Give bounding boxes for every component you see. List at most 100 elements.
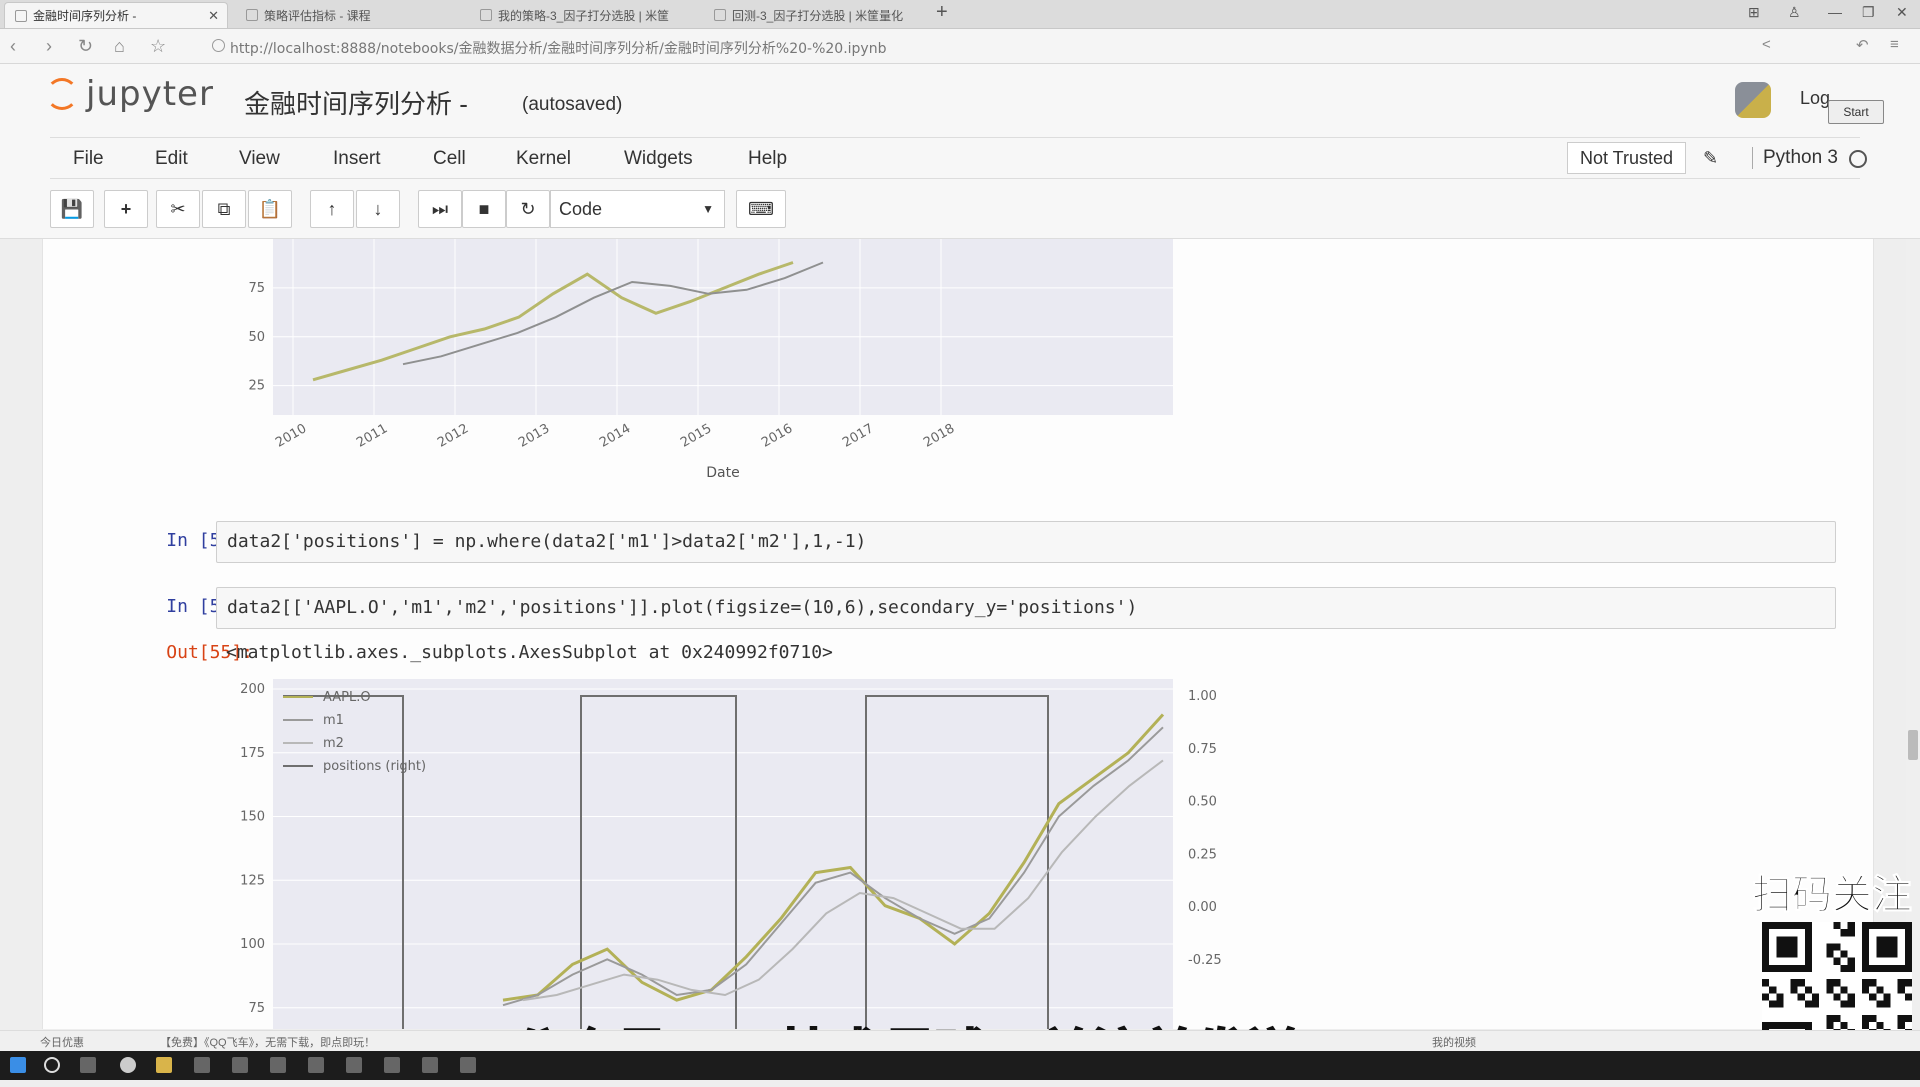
code-cell[interactable]: data2['positions'] = np.where(data2['m1'…: [216, 521, 1836, 563]
keyboard-icon: ⌨: [748, 199, 774, 219]
move-down-button[interactable]: ↓: [356, 190, 400, 228]
browser-tab[interactable]: 策略评估指标 - 课程: [236, 2, 466, 28]
browser-tab-label: 回测-3_因子打分选股 | 米筐量化: [732, 8, 904, 23]
menu-kernel[interactable]: Kernel: [516, 148, 571, 170]
close-window-icon[interactable]: ✕: [1896, 4, 1908, 21]
browser-tab-active[interactable]: 金融时间序列分析 - ✕: [4, 2, 228, 28]
logout-button[interactable]: Log: [1800, 88, 1830, 109]
not-trusted-button[interactable]: Not Trusted: [1567, 142, 1686, 174]
status-left-text[interactable]: 今日优惠: [40, 1034, 84, 1050]
minimize-icon[interactable]: —: [1828, 4, 1842, 20]
restart-button[interactable]: ↻: [506, 190, 550, 228]
x-tick-label: 2016: [759, 421, 795, 451]
status-right-text[interactable]: 我的视频: [1432, 1034, 1476, 1050]
app-icon[interactable]: [232, 1057, 248, 1073]
menu-help[interactable]: Help: [748, 148, 787, 170]
x-tick-label: 2012: [435, 421, 471, 451]
close-tab-icon[interactable]: ✕: [208, 8, 219, 24]
copy-button[interactable]: ⧉: [202, 190, 246, 228]
browser-app-icon[interactable]: [120, 1057, 136, 1073]
y-tick-label: 50: [248, 330, 265, 345]
app-icon[interactable]: [194, 1057, 210, 1073]
notebook-title[interactable]: 金融时间序列分析 -: [244, 84, 468, 121]
restart-icon: ↻: [520, 199, 536, 219]
insert-cell-button[interactable]: +: [104, 190, 148, 228]
new-tab-button[interactable]: +: [936, 1, 948, 24]
app-icon[interactable]: [270, 1057, 286, 1073]
interrupt-button[interactable]: ■: [462, 190, 506, 228]
qr-module: [1876, 986, 1884, 994]
cell-type-value: Code: [559, 199, 603, 219]
undo-icon[interactable]: ↶: [1856, 36, 1869, 54]
menu-insert[interactable]: Insert: [333, 148, 381, 170]
command-palette-button[interactable]: ⌨: [736, 190, 786, 228]
site-info-icon[interactable]: [212, 39, 225, 52]
app-icon[interactable]: [422, 1057, 438, 1073]
move-up-button[interactable]: ↑: [310, 190, 354, 228]
search-icon[interactable]: [44, 1057, 60, 1073]
menu-file[interactable]: File: [73, 148, 104, 170]
code-text: data2['positions'] = np.where(data2['m1'…: [227, 531, 867, 552]
code-text: data2[['AAPL.O','m1','m2','positions']].…: [227, 597, 1138, 618]
x-tick-label: 2013: [516, 421, 552, 451]
qr-module: [1904, 993, 1912, 1001]
app-icon[interactable]: [346, 1057, 362, 1073]
scrollbar-thumb[interactable]: [1908, 730, 1918, 760]
url-field[interactable]: http://localhost:8888/notebooks/金融数据分析/金…: [230, 38, 886, 58]
cut-button[interactable]: ✂: [156, 190, 200, 228]
menu-view[interactable]: View: [239, 148, 280, 170]
cell-type-select[interactable]: Code ▼: [550, 190, 725, 228]
edit-pencil-icon[interactable]: ✎: [1703, 148, 1718, 169]
qr-module: [1790, 986, 1798, 994]
app-icon[interactable]: [460, 1057, 476, 1073]
kernel-idle-icon: [1849, 150, 1867, 168]
menu-cell[interactable]: Cell: [433, 148, 466, 170]
status-news-text[interactable]: 【免费】《QQ飞车》，无需下载，即点即玩！: [160, 1034, 375, 1050]
qr-module: [1833, 957, 1841, 965]
qr-module: [1804, 986, 1812, 994]
y-tick-label: 100: [240, 937, 265, 952]
menu-widgets[interactable]: Widgets: [624, 148, 693, 170]
qr-module: [1897, 1014, 1905, 1022]
paste-button[interactable]: 📋: [248, 190, 292, 228]
share-icon[interactable]: <: [1762, 36, 1771, 53]
windows-start-icon[interactable]: [10, 1057, 26, 1073]
arrow-down-icon: ↓: [373, 199, 383, 219]
qr-module: [1847, 957, 1855, 965]
back-icon[interactable]: ‹: [10, 36, 16, 57]
run-button[interactable]: ⏭: [418, 190, 462, 228]
forward-icon[interactable]: ›: [46, 36, 52, 57]
start-button[interactable]: Start: [1828, 100, 1884, 124]
save-icon: 💾: [60, 199, 84, 219]
output-text: <matplotlib.axes._subplots.AxesSubplot a…: [226, 642, 833, 663]
browser-tab[interactable]: 回测-3_因子打分选股 | 米筐量化: [704, 2, 934, 28]
y-tick-label: 200: [240, 682, 265, 697]
menu-edit[interactable]: Edit: [155, 148, 188, 170]
bookmark-star-icon[interactable]: ☆: [150, 36, 166, 57]
save-button[interactable]: 💾: [50, 190, 94, 228]
folder-icon[interactable]: [156, 1057, 172, 1073]
qr-module: [1869, 1014, 1877, 1022]
app-icon[interactable]: [384, 1057, 400, 1073]
tab-list-icon[interactable]: ⊞: [1748, 4, 1760, 21]
code-cell[interactable]: data2[['AAPL.O','m1','m2','positions']].…: [216, 587, 1836, 629]
qr-module: [1840, 964, 1848, 972]
qr-module: [1847, 964, 1855, 972]
qr-module: [1833, 943, 1841, 951]
restore-icon[interactable]: ❐: [1862, 4, 1875, 21]
home-icon[interactable]: ⌂: [114, 36, 125, 57]
qr-module: [1840, 950, 1848, 958]
menu-icon[interactable]: ≡: [1890, 36, 1899, 53]
task-view-icon[interactable]: [80, 1057, 96, 1073]
browser-tab[interactable]: 我的策略-3_因子打分选股 | 米筐: [470, 2, 700, 28]
reload-icon[interactable]: ↻: [78, 36, 93, 57]
qr-module: [1847, 922, 1855, 930]
qr-module: [1826, 950, 1834, 958]
browser-tab-label: 金融时间序列分析 -: [33, 9, 137, 23]
app-icon[interactable]: [308, 1057, 324, 1073]
shirt-icon[interactable]: ♙: [1788, 4, 1801, 21]
qr-module: [1883, 1000, 1891, 1008]
x-tick-label: 2010: [273, 421, 309, 451]
jupyter-logo[interactable]: jupyter: [46, 74, 214, 114]
promo-heading: 扫码关注: [1752, 872, 1913, 919]
